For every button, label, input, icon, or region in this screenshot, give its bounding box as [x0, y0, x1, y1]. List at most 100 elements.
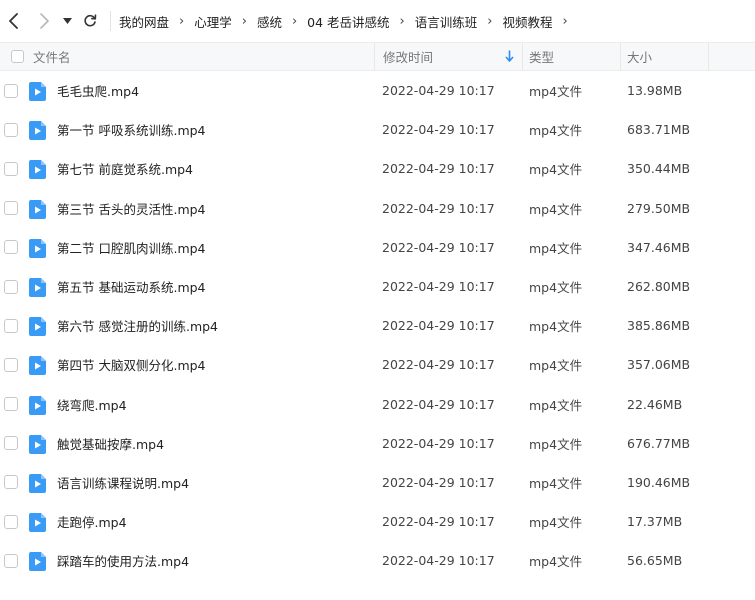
file-row[interactable]: 第六节 感觉注册的训练.mp4 2022-04-29 10:17 mp4文件 385.… — [0, 306, 755, 345]
caret-down-icon — [62, 18, 72, 24]
file-name[interactable]: 第七节 前庭觉系统.mp4 — [57, 159, 193, 178]
column-header-name[interactable]: 文件名 — [0, 43, 374, 70]
file-name[interactable]: 踩踏车的使用方法.mp4 — [57, 551, 189, 570]
file-row[interactable]: 毛毛虫爬.mp4 2022-04-29 10:17 mp4文件 13.98MB — [0, 71, 755, 110]
column-header-type[interactable]: 类型 — [522, 43, 620, 70]
video-file-icon — [29, 395, 46, 415]
video-file-icon — [29, 238, 46, 258]
file-row[interactable]: 第五节 基础运动系统.mp4 2022-04-29 10:17 mp4文件 262.8… — [0, 267, 755, 306]
file-type: mp4文件 — [529, 436, 583, 452]
breadcrumb: 我的网盘 › 心理学 › 感统 › 04 老岳讲感统 › 语言训练班 › 视频教… — [119, 12, 578, 31]
file-row[interactable]: 第三节 舌头的灵活性.mp4 2022-04-29 10:17 mp4文件 279.5… — [0, 189, 755, 228]
file-type: mp4文件 — [529, 280, 583, 296]
file-name[interactable]: 走跑停.mp4 — [57, 512, 127, 531]
file-size: 676.77MB — [627, 435, 691, 451]
back-button[interactable] — [0, 7, 28, 35]
file-name[interactable]: 第四节 大脑双侧分化.mp4 — [57, 355, 206, 374]
file-name[interactable]: 语言训练课程说明.mp4 — [57, 473, 189, 492]
file-size: 357.06MB — [627, 357, 691, 373]
file-row[interactable]: 踩踏车的使用方法.mp4 2022-04-29 10:17 mp4文件 56.65MB — [0, 541, 755, 580]
file-modified-time: 2022-04-29 10:17 — [382, 514, 495, 530]
file-modified-time: 2022-04-29 10:17 — [382, 161, 495, 177]
video-file-icon — [29, 82, 46, 101]
row-checkbox[interactable] — [4, 122, 18, 137]
video-file-icon — [29, 356, 46, 376]
file-type: mp4文件 — [529, 123, 583, 139]
file-type: mp4文件 — [529, 319, 583, 335]
file-size: 17.37MB — [627, 514, 683, 530]
row-checkbox[interactable] — [4, 279, 18, 294]
row-checkbox[interactable] — [4, 436, 18, 451]
breadcrumb-item-language-class[interactable]: 语言训练班 — [415, 12, 478, 31]
row-checkbox[interactable] — [4, 240, 18, 255]
breadcrumb-separator-icon: › — [179, 13, 185, 29]
file-row[interactable]: 触觉基础按摩.mp4 2022-04-29 10:17 mp4文件 676.77MB — [0, 424, 755, 463]
file-modified-time: 2022-04-29 10:17 — [382, 200, 495, 216]
row-checkbox[interactable] — [4, 83, 18, 98]
file-type: mp4文件 — [529, 201, 583, 217]
video-file-icon — [29, 199, 46, 219]
row-checkbox[interactable] — [4, 397, 18, 412]
file-name[interactable]: 绕弯爬.mp4 — [57, 395, 127, 414]
file-modified-time: 2022-04-29 10:17 — [382, 435, 495, 451]
row-checkbox[interactable] — [4, 553, 18, 568]
column-header-size[interactable]: 大小 — [620, 43, 708, 70]
breadcrumb-item-course[interactable]: 04 老岳讲感统 — [307, 12, 389, 31]
breadcrumb-item-video-tutorials[interactable]: 视频教程 — [502, 12, 552, 31]
file-size: 22.46MB — [627, 396, 683, 412]
video-file-icon — [29, 513, 46, 533]
breadcrumb-separator-icon: › — [399, 13, 405, 29]
file-modified-time: 2022-04-29 10:17 — [382, 239, 495, 255]
file-row[interactable]: 第七节 前庭觉系统.mp4 2022-04-29 10:17 mp4文件 350.44… — [0, 149, 755, 188]
row-checkbox[interactable] — [4, 357, 18, 372]
row-checkbox[interactable] — [4, 318, 18, 333]
breadcrumb-expand-icon[interactable]: › — [562, 14, 567, 29]
file-type: mp4文件 — [529, 554, 583, 570]
file-modified-time: 2022-04-29 10:17 — [382, 318, 495, 334]
breadcrumb-separator-icon: › — [291, 13, 298, 29]
file-name[interactable]: 触觉基础按摩.mp4 — [57, 434, 164, 453]
row-checkbox[interactable] — [4, 475, 18, 490]
file-row[interactable]: 走跑停.mp4 2022-04-29 10:17 mp4文件 17.37MB — [0, 502, 755, 541]
column-header-time[interactable]: 修改时间 — [374, 43, 522, 70]
file-modified-time: 2022-04-29 10:17 — [382, 122, 495, 138]
file-row[interactable]: 绕弯爬.mp4 2022-04-29 10:17 mp4文件 22.46MB — [0, 385, 755, 424]
breadcrumb-item-sensory[interactable]: 感统 — [257, 12, 282, 31]
chevron-left-icon — [9, 13, 18, 29]
breadcrumb-separator-icon: › — [487, 13, 493, 29]
file-size: 13.98MB — [627, 83, 683, 99]
breadcrumb-item-my-drive[interactable]: 我的网盘 — [119, 12, 169, 31]
file-name[interactable]: 第二节 口腔肌肉训练.mp4 — [57, 238, 206, 257]
row-checkbox[interactable] — [4, 201, 18, 216]
row-checkbox[interactable] — [4, 514, 18, 529]
file-modified-time: 2022-04-29 10:17 — [382, 396, 495, 412]
file-list: 毛毛虫爬.mp4 2022-04-29 10:17 mp4文件 13.98MB 第一节 … — [0, 71, 755, 580]
refresh-button[interactable] — [76, 7, 104, 35]
file-name[interactable]: 第三节 舌头的灵活性.mp4 — [57, 199, 206, 218]
file-name[interactable]: 第一节 呼吸系统训练.mp4 — [57, 120, 206, 139]
file-modified-time: 2022-04-29 10:17 — [382, 279, 495, 295]
file-row[interactable]: 第一节 呼吸系统训练.mp4 2022-04-29 10:17 mp4文件 683.7… — [0, 110, 755, 149]
file-modified-time: 2022-04-29 10:17 — [382, 83, 495, 99]
video-file-icon — [29, 552, 46, 572]
row-checkbox[interactable] — [4, 161, 18, 176]
file-type: mp4文件 — [529, 84, 583, 100]
file-modified-time: 2022-04-29 10:17 — [382, 357, 495, 373]
history-dropdown[interactable] — [58, 7, 76, 35]
video-file-icon — [29, 277, 46, 297]
file-name[interactable]: 第五节 基础运动系统.mp4 — [57, 277, 206, 296]
breadcrumb-item-psychology[interactable]: 心理学 — [194, 12, 232, 31]
chevron-right-icon — [40, 13, 49, 29]
file-modified-time: 2022-04-29 10:17 — [382, 474, 495, 490]
forward-button[interactable] — [30, 7, 58, 35]
file-row[interactable]: 语言训练课程说明.mp4 2022-04-29 10:17 mp4文件 190.46M… — [0, 463, 755, 502]
file-size: 262.80MB — [627, 279, 691, 295]
file-type: mp4文件 — [529, 240, 583, 256]
file-size: 347.46MB — [627, 239, 691, 255]
file-size: 385.86MB — [627, 318, 691, 334]
file-row[interactable]: 第二节 口腔肌肉训练.mp4 2022-04-29 10:17 mp4文件 347.4… — [0, 228, 755, 267]
file-name[interactable]: 毛毛虫爬.mp4 — [57, 81, 139, 100]
file-row[interactable]: 第四节 大脑双侧分化.mp4 2022-04-29 10:17 mp4文件 357.0… — [0, 345, 755, 384]
file-name[interactable]: 第六节 感觉注册的训练.mp4 — [57, 316, 218, 335]
breadcrumb-separator-icon: › — [241, 13, 247, 29]
